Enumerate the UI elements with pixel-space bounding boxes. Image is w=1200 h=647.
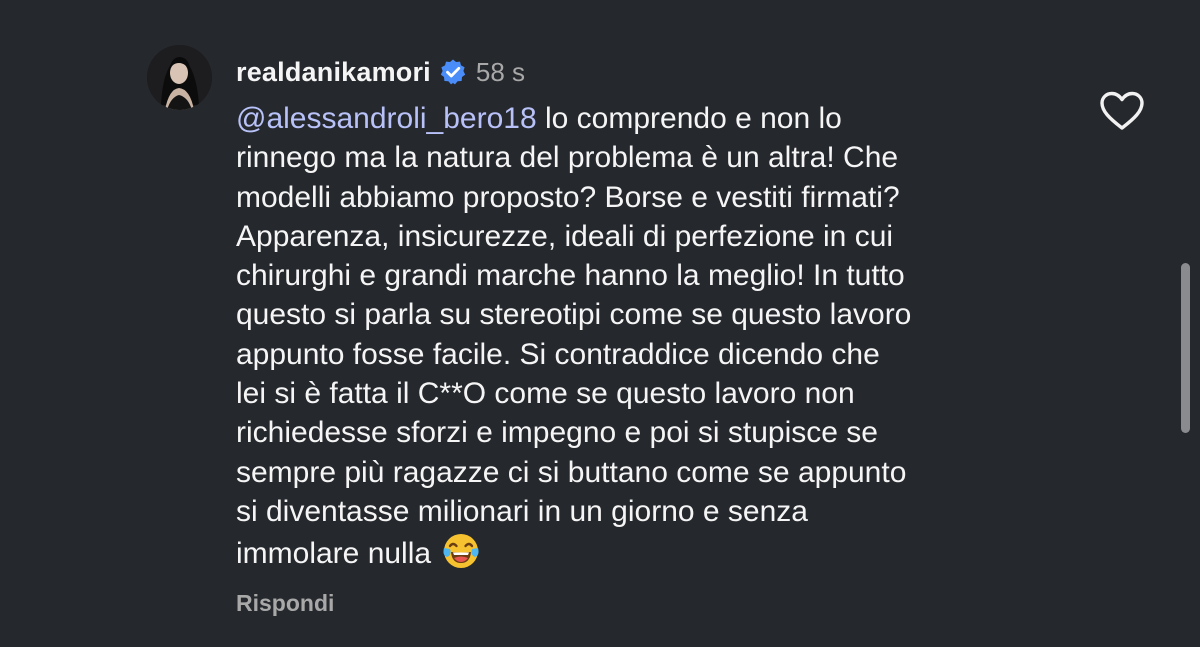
avatar[interactable]	[147, 45, 212, 110]
username[interactable]: realdanikamori	[236, 57, 431, 88]
comment-line: @alessandroli_bero18 lo comprendo e non …	[236, 99, 1056, 138]
comment-line: lei si è fatta il C**O come se questo la…	[236, 377, 855, 411]
comment-line: Apparenza, insicurezze, ideali di perfez…	[236, 219, 894, 253]
comment-text: @alessandroli_bero18 lo comprendo e non …	[236, 99, 1056, 574]
comment-line-text: lo comprendo e non lo	[536, 102, 842, 135]
timestamp: 58 s	[475, 56, 526, 87]
face-with-tears-of-joy-icon	[441, 531, 481, 571]
comment-line: si diventasse milionari in un giorno e s…	[236, 494, 808, 528]
comment-line: richiedesse sforzi e impegno e poi si st…	[236, 416, 878, 450]
scrollbar-thumb[interactable]	[1181, 263, 1190, 433]
reply-button[interactable]: Rispondi	[236, 590, 334, 617]
heart-outline-icon[interactable]	[1099, 90, 1145, 132]
comment-line: chirurghi e grandi marche hanno la megli…	[236, 259, 905, 293]
comment-line: rinnego ma la natura del problema è un a…	[236, 141, 899, 175]
comment-line-text: immolare nulla	[236, 537, 440, 571]
verified-badge-icon	[439, 58, 467, 86]
comment-line: immolare nulla	[236, 531, 1056, 573]
comment-line: questo si parla su stereotipi come se qu…	[236, 298, 912, 332]
comment-line: modelli abbiamo proposto? Borse e vestit…	[236, 180, 900, 214]
comment-header: realdanikamori 58 s	[236, 54, 525, 90]
mention-link[interactable]: @alessandroli_bero18	[236, 102, 537, 135]
comment-line: sempre più ragazze ci si buttano come se…	[236, 455, 907, 489]
comment-line: appunto fosse facile. Si contraddice dic…	[236, 337, 880, 371]
comment-panel: realdanikamori 58 s @alessandroli_bero18…	[0, 0, 1200, 647]
